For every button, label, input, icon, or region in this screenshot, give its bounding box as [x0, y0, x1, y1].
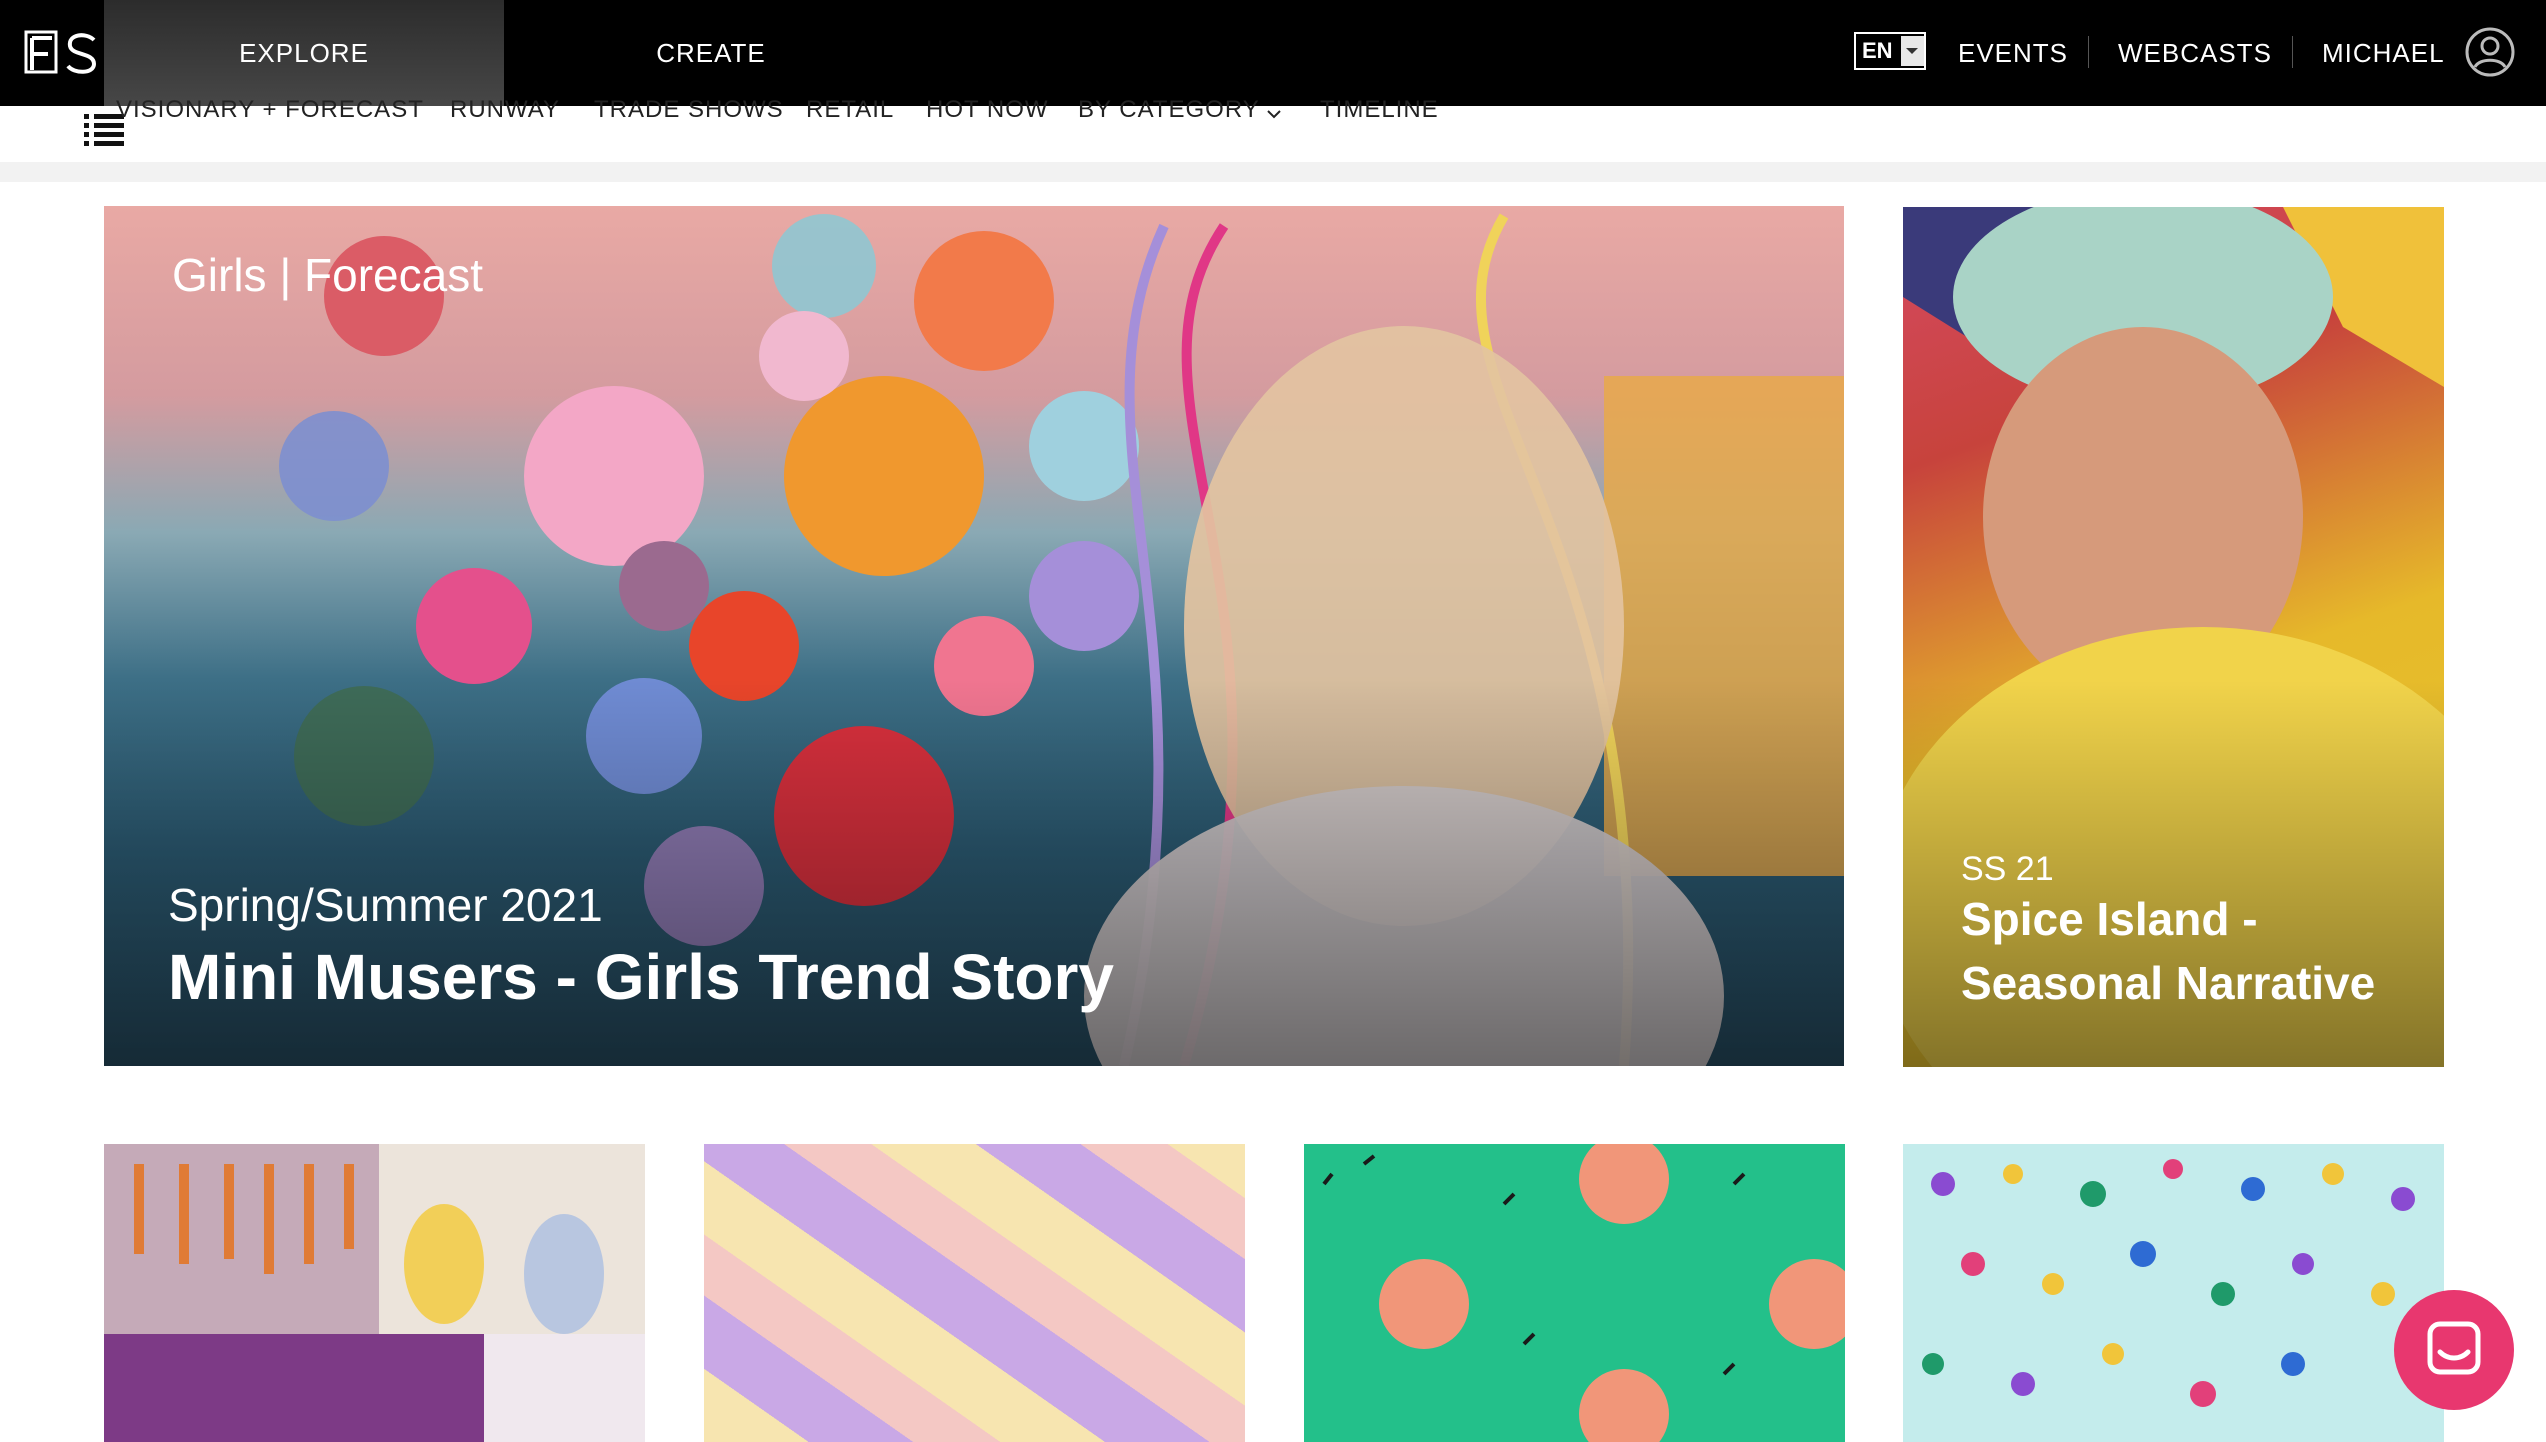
subnav-hot-now[interactable]: HOT NOW [926, 96, 1049, 124]
side-season: SS 21 [1961, 850, 2054, 888]
side-title[interactable]: Spice Island - Seasonal Narrative [1961, 887, 2421, 1015]
thumbnail-card[interactable] [1304, 1144, 1845, 1442]
fs-logo[interactable] [24, 30, 100, 76]
subnav-retail[interactable]: RETAIL [806, 96, 894, 124]
thumbnail-image [1922, 1159, 2415, 1407]
user-menu[interactable]: MICHAEL [2322, 0, 2445, 106]
subnav-timeline[interactable]: TIMELINE [1320, 96, 1439, 124]
hero-category-tag: Girls | Forecast [172, 249, 483, 301]
chevron-down-icon[interactable] [1266, 108, 1282, 120]
side-story-card[interactable]: SS 21 Spice Island - Seasonal Narrative [1903, 207, 2444, 1067]
tab-explore[interactable]: EXPLORE [104, 0, 504, 106]
thumbnail-card[interactable] [704, 1144, 1245, 1442]
subnav-trade-shows[interactable]: TRADE SHOWS [594, 96, 784, 124]
hero-season: Spring/Summer 2021 [168, 879, 603, 931]
top-navigation-bar: EXPLORE CREATE EN EVENTS WEBCASTS MICHAE… [0, 0, 2546, 106]
chevron-down-icon [1900, 36, 1924, 66]
chat-icon [2427, 1321, 2481, 1375]
user-avatar-icon[interactable] [2464, 26, 2516, 78]
divider [2088, 36, 2089, 68]
hero-title[interactable]: Mini Musers - Girls Trend Story [168, 940, 1114, 1014]
thumbnail-card[interactable] [104, 1144, 645, 1442]
divider [2292, 36, 2293, 68]
thumbnail-image [104, 1144, 645, 1442]
language-value: EN [1862, 38, 1893, 63]
chat-launcher-button[interactable] [2394, 1290, 2514, 1410]
tab-explore-label: EXPLORE [239, 37, 369, 68]
hero-story-card[interactable]: Girls | Forecast Spring/Summer 2021 Mini… [104, 206, 1844, 1066]
divider [0, 162, 2546, 182]
events-link[interactable]: EVENTS [1958, 0, 2068, 106]
thumbnail-image [1322, 1144, 1845, 1442]
tab-create[interactable]: CREATE [504, 0, 918, 106]
subnav-runway[interactable]: RUNWAY [450, 96, 560, 124]
thumbnail-card[interactable] [1903, 1144, 2444, 1442]
subnav-by-category[interactable]: BY CATEGORY [1078, 96, 1260, 124]
subnav-visionary-forecast[interactable]: VISIONARY + FORECAST [116, 96, 424, 124]
webcasts-link[interactable]: WEBCASTS [2118, 0, 2272, 106]
language-select[interactable]: EN [1854, 32, 1926, 70]
tab-create-label: CREATE [656, 37, 766, 68]
